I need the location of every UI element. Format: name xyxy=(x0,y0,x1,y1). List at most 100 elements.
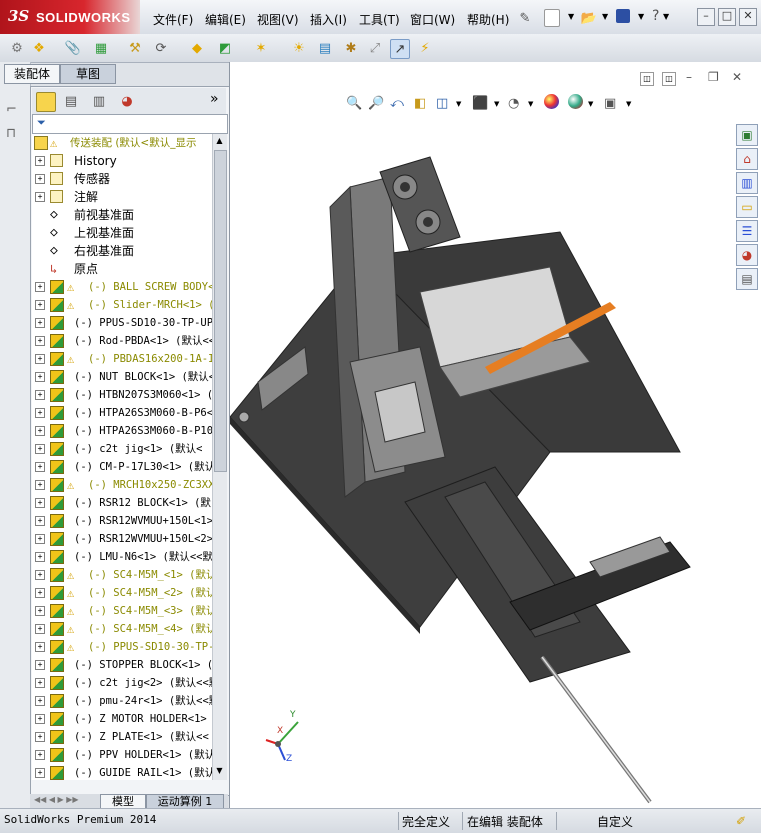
tree-item[interactable]: + ⚠ (-) PBDAS16x200-1A-I- xyxy=(32,350,212,368)
apply-scene-dropdown-icon[interactable]: ▼ xyxy=(588,100,593,108)
menu-edit[interactable]: 编辑(E) xyxy=(205,11,246,28)
tree-item[interactable]: + (-) Z PLATE<1> (默认<< xyxy=(32,728,212,746)
new-motion-study-icon[interactable]: ☀ xyxy=(290,39,308,57)
viewport-restore-icon[interactable]: ❐ xyxy=(708,70,719,84)
tree-item[interactable]: + ⚠ (-) MRCH10x250-ZC3XX- xyxy=(32,476,212,494)
expand-icon[interactable]: + xyxy=(35,606,45,616)
new-dropdown-icon[interactable]: ▼ xyxy=(568,12,574,21)
display-style-dropdown-icon[interactable]: ▼ xyxy=(494,100,499,108)
design-library-icon[interactable]: ⌂ xyxy=(736,148,758,170)
view-palette-icon[interactable]: ☰ xyxy=(736,220,758,242)
tree-item[interactable]: ◇ 右视基准面 xyxy=(32,242,212,260)
tree-item[interactable]: + (-) HTPA26S3M060-B-P10< xyxy=(32,422,212,440)
tree-item[interactable]: + (-) Z MOTOR HOLDER<1> ( xyxy=(32,710,212,728)
expand-icon[interactable]: + xyxy=(35,660,45,670)
tree-item[interactable]: + (-) c2t jig<2> (默认<<默 xyxy=(32,674,212,692)
solidworks-resources-icon[interactable]: ▣ xyxy=(736,124,758,146)
tree-item[interactable]: ◇ 前视基准面 xyxy=(32,206,212,224)
speedpak-icon[interactable]: ⚡ xyxy=(416,39,434,57)
panel-expand-icon[interactable]: » xyxy=(210,91,219,107)
open-folder-icon[interactable]: 📂 xyxy=(580,9,598,27)
save-icon[interactable] xyxy=(616,9,630,23)
feature-manager-tab-icon[interactable] xyxy=(36,92,56,112)
open-dropdown-icon[interactable]: ▼ xyxy=(602,12,608,21)
menu-view[interactable]: 视图(V) xyxy=(257,11,299,28)
sketch-tool-icon[interactable]: ⌐ xyxy=(6,102,17,117)
menu-help[interactable]: 帮助(H) xyxy=(467,11,509,28)
expand-icon[interactable]: + xyxy=(35,318,45,328)
tree-item[interactable]: + (-) RSR12WVMUU+150L<2> xyxy=(32,530,212,548)
reference-geometry-icon[interactable]: ✶ xyxy=(252,39,270,57)
hide-show-items-icon[interactable]: ◔ xyxy=(508,96,519,111)
tree-scrollbar[interactable]: ▲ ▼ xyxy=(212,134,227,780)
tree-item[interactable]: + ⚠ (-) SC4-M5M_<4> (默认 xyxy=(32,620,212,638)
tree-item[interactable]: + (-) HTBN207S3M060<1> ( xyxy=(32,386,212,404)
tree-item[interactable]: + (-) RSR12WVMUU+150L<1> xyxy=(32,512,212,530)
show-hidden-icon[interactable]: ◆ xyxy=(188,39,206,57)
scroll-down-icon[interactable]: ▼ xyxy=(214,766,225,776)
tree-item[interactable]: + (-) pmu-24r<1> (默认<<默 xyxy=(32,692,212,710)
tab-nav-arrows[interactable]: ◀◀ ◀ ▶ ▶▶ xyxy=(34,795,79,804)
expand-icon[interactable]: + xyxy=(35,750,45,760)
tree-item[interactable]: + (-) RSR12 BLOCK<1> (默 xyxy=(32,494,212,512)
expand-icon[interactable]: + xyxy=(35,534,45,544)
expand-icon[interactable]: + xyxy=(35,732,45,742)
edit-appearance-icon[interactable] xyxy=(544,94,559,109)
tab-sketch[interactable]: 草图 xyxy=(60,64,116,84)
scroll-up-icon[interactable]: ▲ xyxy=(214,136,225,146)
linear-pattern-icon[interactable]: ▦ xyxy=(92,39,110,57)
smart-components-icon[interactable]: ⚙ xyxy=(8,39,26,57)
expand-icon[interactable]: + xyxy=(35,426,45,436)
graphics-viewport[interactable]: 🔍 🔎 ⤺ ◧ ◫ ▼ ⬛ ▼ ◔ ▼ ▼ ▣ ▼ ◫ ◫ – ❐ ✕ Y X … xyxy=(229,62,761,808)
tree-item[interactable]: + (-) GUIDE RAIL<1> (默认 xyxy=(32,764,212,780)
save-dropdown-icon[interactable]: ▼ xyxy=(638,12,644,21)
tree-item[interactable]: + ⚠ (-) BALL SCREW BODY<1 xyxy=(32,278,212,296)
restore-button[interactable]: □ xyxy=(718,8,736,26)
expand-icon[interactable]: + xyxy=(35,408,45,418)
view-orientation-dropdown-icon[interactable]: ▼ xyxy=(456,100,461,108)
expand-icon[interactable]: + xyxy=(35,372,45,382)
expand-icon[interactable]: + xyxy=(35,498,45,508)
solidworks-logo[interactable]: 3S SOLIDWORKS xyxy=(0,0,140,34)
smart-dimension-icon[interactable]: ⊓ xyxy=(6,126,16,141)
expand-icon[interactable]: + xyxy=(35,696,45,706)
expand-icon[interactable]: + xyxy=(35,336,45,346)
expand-icon[interactable]: + xyxy=(35,588,45,598)
expand-icon[interactable]: + xyxy=(35,300,45,310)
assembly-features-icon[interactable]: ◩ xyxy=(216,39,234,57)
pin-icon[interactable]: ✎ xyxy=(516,9,534,27)
smart-fasteners-icon[interactable]: ⚒ xyxy=(126,39,144,57)
instant3d-icon[interactable]: ↗ xyxy=(390,39,410,59)
section-view-icon[interactable]: ◧ xyxy=(414,96,426,111)
explode-line-sketch-icon[interactable]: ⤢ xyxy=(366,39,384,57)
expand-icon[interactable]: + xyxy=(35,444,45,454)
expand-icon[interactable]: + xyxy=(35,480,45,490)
tree-item[interactable]: + History xyxy=(32,152,212,170)
tree-item[interactable]: + ⚠ (-) PPUS-SD10-30-TP- xyxy=(32,638,212,656)
tree-item[interactable]: ↳ 原点 xyxy=(32,260,212,278)
expand-icon[interactable]: + xyxy=(35,174,45,184)
configuration-manager-tab-icon[interactable]: ▥ xyxy=(90,92,108,110)
expand-icon[interactable]: + xyxy=(35,354,45,364)
move-component-icon[interactable]: ⟳ xyxy=(152,39,170,57)
viewport-close-icon[interactable]: ✕ xyxy=(732,70,742,84)
expand-icon[interactable]: + xyxy=(35,714,45,724)
zoom-to-fit-icon[interactable]: 🔍 xyxy=(346,96,362,111)
expand-icon[interactable]: + xyxy=(35,552,45,562)
zoom-to-area-icon[interactable]: 🔎 xyxy=(368,96,384,111)
file-explorer-icon[interactable]: ▥ xyxy=(736,172,758,194)
menu-window[interactable]: 窗口(W) xyxy=(410,11,455,28)
scroll-thumb[interactable] xyxy=(214,150,227,472)
viewport-split2-icon[interactable]: ◫ xyxy=(662,72,676,86)
tree-item[interactable]: + (-) Rod-PBDA<1> (默认<< xyxy=(32,332,212,350)
minimize-button[interactable]: – xyxy=(697,8,715,26)
expand-icon[interactable]: + xyxy=(35,570,45,580)
tree-item[interactable]: + (-) PPUS-SD10-30-TP-UPP xyxy=(32,314,212,332)
expand-icon[interactable]: + xyxy=(35,678,45,688)
view-orientation-icon[interactable]: ◫ xyxy=(436,96,448,111)
close-button[interactable]: ✕ xyxy=(739,8,757,26)
viewport-split-icon[interactable]: ◫ xyxy=(640,72,654,86)
menu-file[interactable]: 文件(F) xyxy=(153,11,193,28)
tree-item[interactable]: + 传感器 xyxy=(32,170,212,188)
exploded-view-icon[interactable]: ✱ xyxy=(342,39,360,57)
